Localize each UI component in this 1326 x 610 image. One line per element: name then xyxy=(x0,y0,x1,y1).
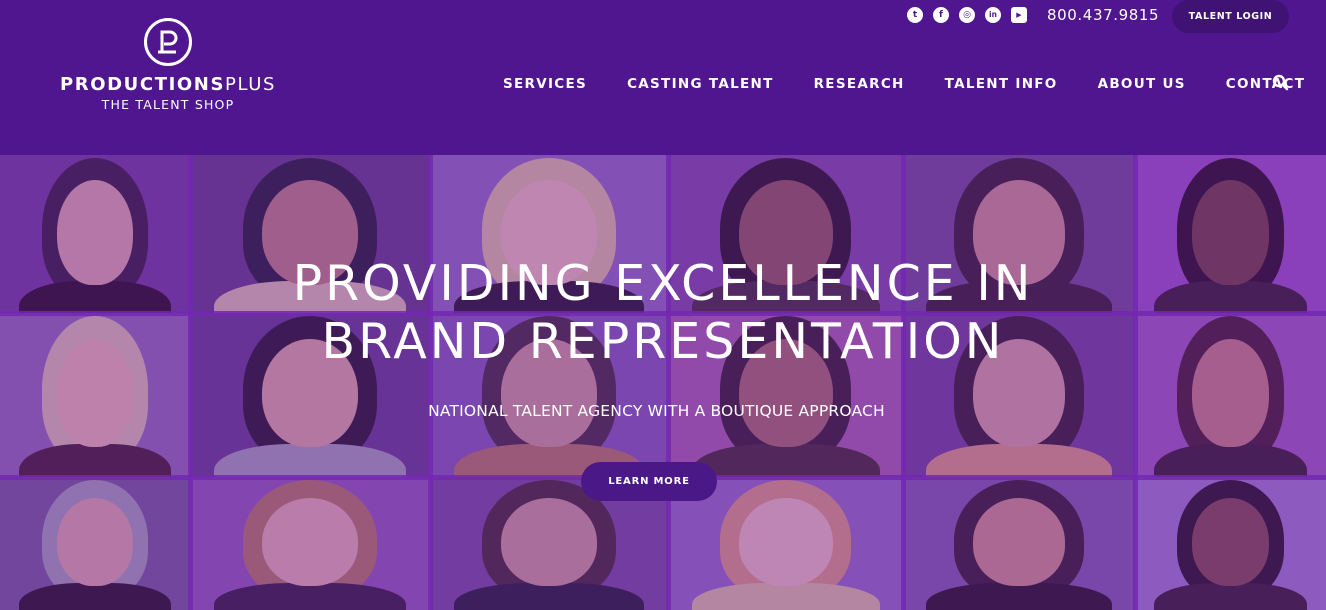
hero-headline: PROVIDING EXCELLENCE IN BRAND REPRESENTA… xyxy=(0,255,1326,371)
nav-item-research[interactable]: RESEARCH xyxy=(814,76,905,92)
talent-login-button[interactable]: TALENT LOGIN xyxy=(1172,0,1289,33)
youtube-icon[interactable]: ▶ xyxy=(1011,7,1027,23)
social-links: t f ◎ in ▶ xyxy=(907,7,1027,25)
brand-subtitle: THE TALENT SHOP xyxy=(101,97,235,112)
main-nav: SERVICES CASTING TALENT RESEARCH TALENT … xyxy=(503,76,1326,92)
phone-number[interactable]: 800.437.9815 xyxy=(1047,6,1159,24)
site-header: PRODUCTIONSPLUS THE TALENT SHOP t f ◎ in… xyxy=(0,0,1326,155)
headline-line-1: PROVIDING EXCELLENCE IN xyxy=(292,255,1034,312)
nav-item-about-us[interactable]: ABOUT US xyxy=(1098,76,1186,92)
instagram-icon[interactable]: ◎ xyxy=(959,7,975,23)
purple-overlay xyxy=(0,155,1326,610)
hero-banner: PROVIDING EXCELLENCE IN BRAND REPRESENTA… xyxy=(0,155,1326,610)
hero-tagline: NATIONAL TALENT AGENCY WITH A BOUTIQUE A… xyxy=(428,402,885,420)
nav-item-casting-talent[interactable]: CASTING TALENT xyxy=(627,76,774,92)
headline-line-2: BRAND REPRESENTATION xyxy=(321,313,1005,370)
brand-name: PRODUCTIONSPLUS xyxy=(59,74,277,95)
brand-logo[interactable]: PRODUCTIONSPLUS THE TALENT SHOP xyxy=(52,18,284,112)
twitter-icon[interactable]: t xyxy=(907,7,923,23)
nav-item-talent-info[interactable]: TALENT INFO xyxy=(945,76,1058,92)
nav-item-services[interactable]: SERVICES xyxy=(503,76,587,92)
logo-mark-icon xyxy=(144,18,192,66)
search-icon[interactable] xyxy=(1272,74,1289,91)
learn-more-button[interactable]: LEARN MORE xyxy=(581,462,717,501)
nav-item-contact[interactable]: CONTACT xyxy=(1226,76,1306,92)
linkedin-icon[interactable]: in xyxy=(985,7,1001,23)
facebook-icon[interactable]: f xyxy=(933,7,949,23)
